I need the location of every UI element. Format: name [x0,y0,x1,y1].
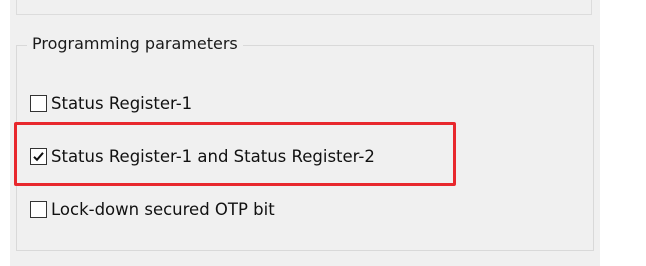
groupbox-title: Programming parameters [27,33,243,55]
option-label: Lock-down secured OTP bit [51,199,275,219]
previous-panel-fragment [10,0,600,23]
option-lock-down-otp-bit[interactable]: Lock-down secured OTP bit [30,198,275,220]
screenshot-canvas: Programming parameters Status Register-1… [0,0,646,266]
option-status-register-1[interactable]: Status Register-1 [30,92,192,114]
checkbox-status-register-1[interactable] [30,94,47,112]
highlight-annotation-box [14,122,456,186]
previous-panel-inner [16,0,592,15]
option-label: Status Register-1 [51,93,193,113]
checkbox-lock-down-otp-bit[interactable] [30,200,47,218]
